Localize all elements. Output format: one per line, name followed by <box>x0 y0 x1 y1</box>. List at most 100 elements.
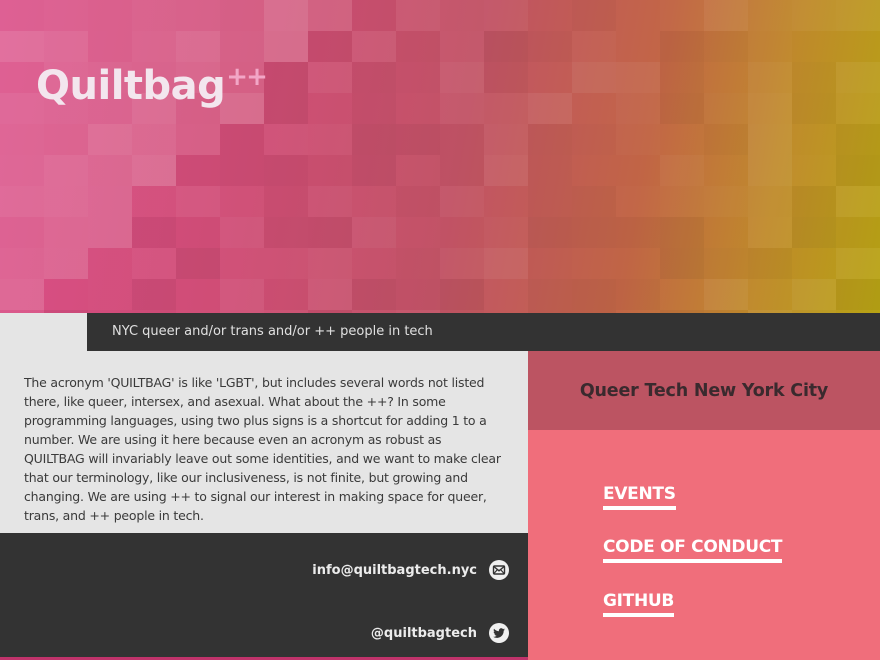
quilt-tile <box>308 93 352 124</box>
quilt-tile <box>396 0 440 31</box>
quilt-tile <box>264 155 308 186</box>
quilt-tile <box>440 248 484 279</box>
quilt-tile <box>176 155 220 186</box>
quilt-tile <box>352 248 396 279</box>
quilt-tile <box>660 0 704 31</box>
quilt-tile <box>308 217 352 248</box>
quilt-tile <box>572 31 616 62</box>
quilt-tile <box>0 0 44 31</box>
quilt-tile <box>264 31 308 62</box>
quilt-tile <box>0 217 44 248</box>
quilt-tile <box>836 248 880 279</box>
quilt-tile <box>308 0 352 31</box>
quilt-tile <box>352 217 396 248</box>
quilt-tile <box>0 31 44 62</box>
quilt-tile <box>396 217 440 248</box>
quilt-tile <box>440 0 484 31</box>
quilt-tile <box>44 279 88 310</box>
quilt-tile <box>484 217 528 248</box>
quilt-tile <box>88 248 132 279</box>
quilt-tile <box>528 217 572 248</box>
quilt-tile <box>660 186 704 217</box>
quilt-tile <box>44 217 88 248</box>
quilt-tile <box>264 124 308 155</box>
quilt-tile <box>440 155 484 186</box>
quilt-tile <box>44 124 88 155</box>
quilt-tile <box>836 62 880 93</box>
site-logo[interactable]: Quiltbag++ <box>36 62 268 115</box>
quilt-tile <box>748 248 792 279</box>
quilt-tile <box>528 155 572 186</box>
quilt-tile <box>748 62 792 93</box>
quilt-tile <box>528 93 572 124</box>
quilt-tile <box>484 155 528 186</box>
quilt-tile <box>704 217 748 248</box>
nav-link-code-of-conduct[interactable]: CODE OF CONDUCT <box>603 536 783 563</box>
quilt-tile <box>308 31 352 62</box>
quilt-tile <box>176 217 220 248</box>
quilt-tile <box>660 217 704 248</box>
quilt-tile <box>440 186 484 217</box>
quilt-tile <box>132 0 176 31</box>
quilt-tile <box>220 279 264 310</box>
quilt-tile <box>528 31 572 62</box>
quilt-tile <box>264 279 308 310</box>
quilt-tile <box>836 31 880 62</box>
quilt-tile <box>308 62 352 93</box>
quilt-tile <box>0 186 44 217</box>
quilt-tile <box>352 124 396 155</box>
quilt-tile <box>484 124 528 155</box>
org-name: Queer Tech New York City <box>579 380 829 401</box>
nav-link-events[interactable]: EVENTS <box>603 483 676 510</box>
quilt-tile <box>440 217 484 248</box>
quilt-tile <box>352 279 396 310</box>
quilt-tile <box>484 31 528 62</box>
quilt-tile <box>748 124 792 155</box>
quilt-tile <box>836 155 880 186</box>
quilt-tile <box>616 0 660 31</box>
quilt-tile <box>396 186 440 217</box>
twitter-handle: @quiltbagtech <box>370 625 477 641</box>
quilt-tile <box>0 279 44 310</box>
quilt-tile <box>308 124 352 155</box>
quilt-tile <box>220 186 264 217</box>
quilt-pattern <box>0 0 880 313</box>
twitter-link[interactable]: @quiltbagtech <box>371 623 509 643</box>
quilt-tile <box>264 0 308 31</box>
quilt-tile <box>528 0 572 31</box>
quilt-tile <box>132 155 176 186</box>
quilt-tile <box>264 248 308 279</box>
quilt-tile <box>572 217 616 248</box>
quilt-tile <box>132 31 176 62</box>
quilt-tile <box>748 31 792 62</box>
email-link[interactable]: info@quiltbagtech.nyc <box>312 560 509 580</box>
quilt-tile <box>528 186 572 217</box>
twitter-bird-icon <box>489 623 509 643</box>
quilt-tile <box>396 155 440 186</box>
quilt-tile <box>0 310 44 313</box>
quilt-tile <box>308 248 352 279</box>
nav-link-github[interactable]: GITHUB <box>603 590 674 617</box>
quilt-tile <box>836 186 880 217</box>
quilt-tile <box>220 217 264 248</box>
quilt-tile <box>440 279 484 310</box>
quilt-tile <box>704 0 748 31</box>
quilt-tile <box>220 0 264 31</box>
quilt-tile <box>44 310 88 313</box>
quilt-tile <box>616 248 660 279</box>
quilt-tile <box>528 279 572 310</box>
quilt-tile <box>132 217 176 248</box>
quilt-tile <box>396 93 440 124</box>
quilt-tile <box>660 248 704 279</box>
quilt-tile <box>572 279 616 310</box>
quilt-tile <box>660 62 704 93</box>
quilt-tile <box>264 62 308 93</box>
quilt-tile <box>220 124 264 155</box>
quilt-tile <box>836 0 880 31</box>
quilt-tile <box>440 124 484 155</box>
quilt-tile <box>396 31 440 62</box>
quilt-tile <box>88 124 132 155</box>
quilt-tile <box>308 186 352 217</box>
quilt-tile <box>176 0 220 31</box>
quilt-tile <box>660 124 704 155</box>
